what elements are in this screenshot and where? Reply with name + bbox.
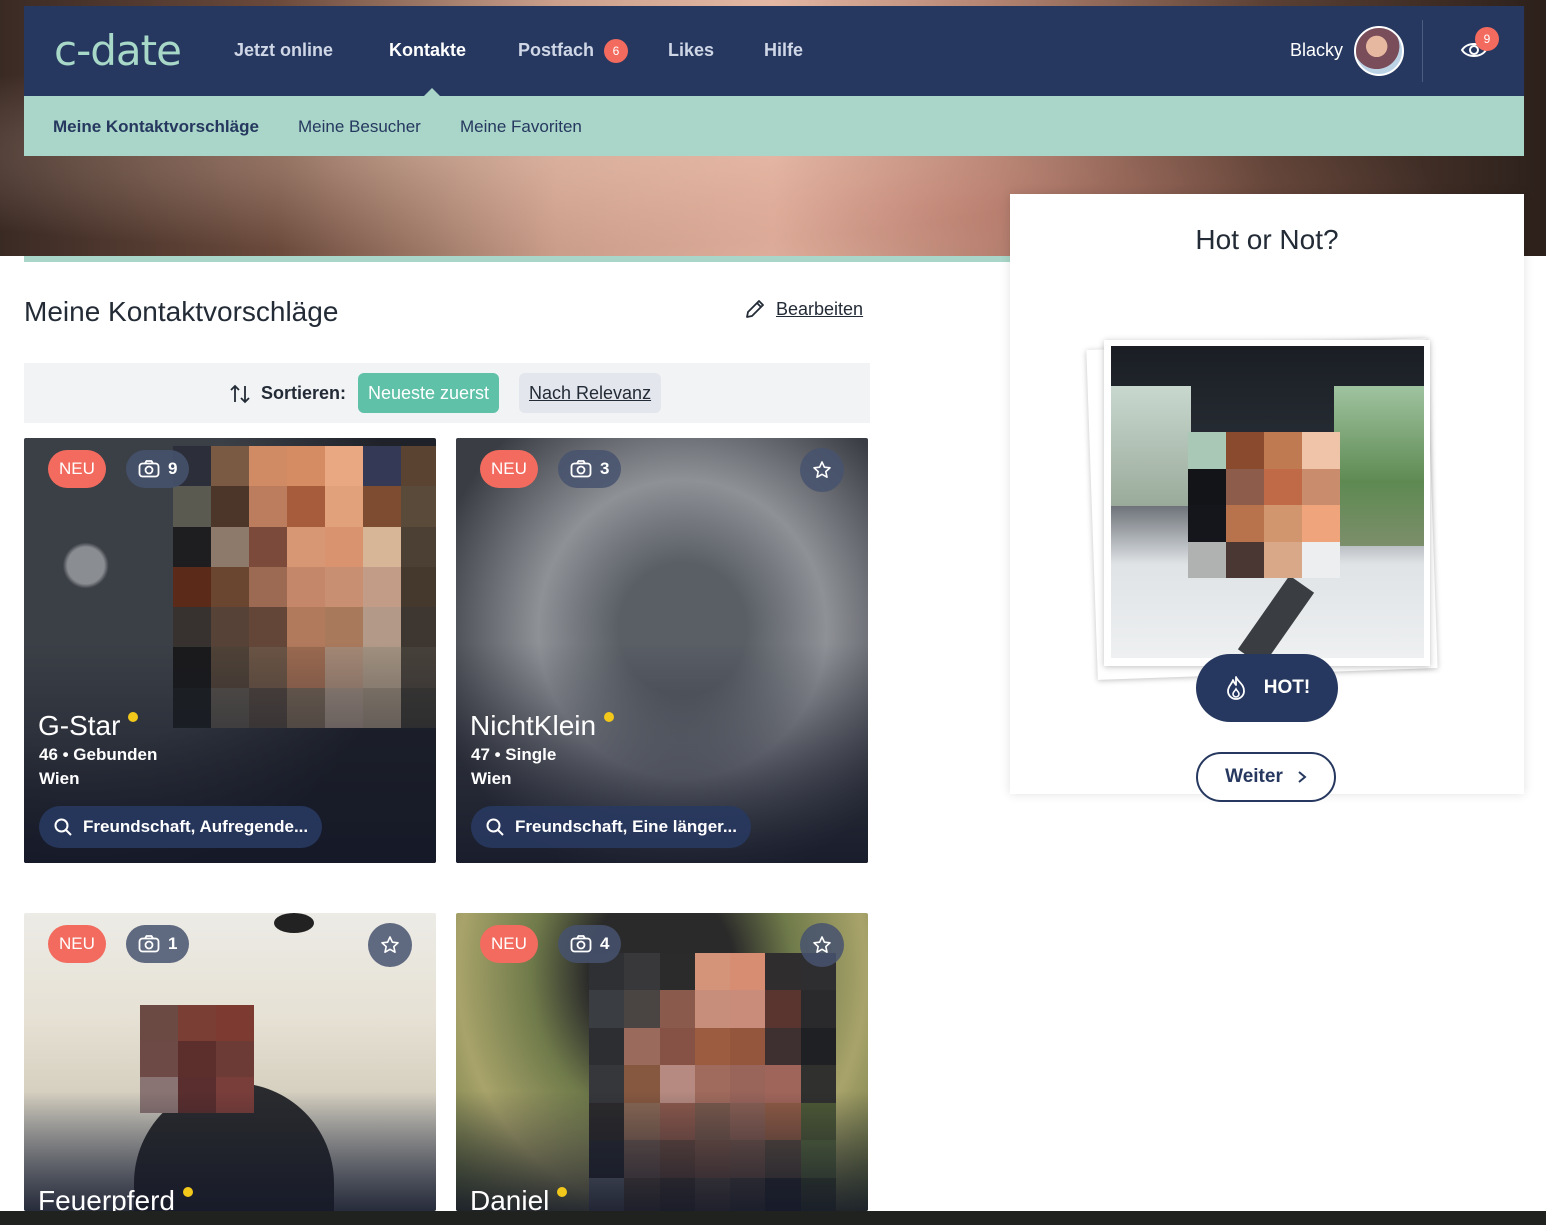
profile-age-status: 46 • Gebunden — [39, 745, 158, 764]
photo-count-badge: 9 — [126, 450, 190, 488]
pencil-icon — [746, 300, 764, 318]
profile-card[interactable]: NEU 3 NichtKlein 47 • Single Wien Freund… — [456, 438, 868, 863]
photo-count-badge: 4 — [558, 925, 622, 963]
chevron-right-icon — [1298, 771, 1307, 783]
online-indicator — [557, 1187, 568, 1197]
active-nav-caret — [424, 88, 440, 96]
interests-pill[interactable]: Freundschaft, Eine länger... — [471, 806, 751, 848]
new-badge: NEU — [480, 925, 538, 963]
user-avatar[interactable] — [1354, 26, 1404, 76]
photo-count-badge: 3 — [558, 450, 622, 488]
interests-text: Freundschaft, Aufregende... — [83, 817, 309, 836]
user-name[interactable]: Blacky — [1290, 40, 1343, 61]
blurred-face — [1188, 432, 1340, 578]
profile-card[interactable]: NEU 4 Daniel — [456, 913, 868, 1211]
interests-text: Freundschaft, Eine länger... — [515, 817, 737, 836]
photo-count: 9 — [168, 459, 178, 478]
subnav-kontaktvorschlaege[interactable]: Meine Kontaktvorschläge — [53, 117, 259, 137]
favorite-button[interactable] — [368, 923, 412, 967]
hot-button[interactable]: HOT! — [1196, 654, 1338, 722]
current-photo[interactable] — [1104, 340, 1430, 666]
star-icon — [813, 461, 831, 478]
nav-jetzt-online[interactable]: Jetzt online — [234, 40, 333, 61]
hot-label: HOT! — [1263, 677, 1311, 698]
star-icon — [813, 936, 831, 953]
profile-card[interactable]: NEU 9 G-Star 46 • Gebunden Wien Freundsc… — [24, 438, 436, 863]
sort-relevance-button[interactable]: Nach Relevanz — [519, 373, 662, 413]
profile-name: Daniel — [470, 1185, 568, 1211]
hot-or-not-panel: Hot or Not? HOT! Weiter — [1010, 194, 1524, 802]
ceiling-lamp — [274, 913, 314, 933]
profile-name: G-Star — [38, 710, 139, 742]
sort-label: Sortieren: — [261, 383, 347, 403]
hot-or-not-title: Hot or Not? — [1195, 224, 1339, 255]
star-icon — [381, 936, 399, 953]
profile-city: Wien — [471, 769, 512, 788]
nav-postfach[interactable]: Postfach — [518, 40, 594, 61]
favorite-button[interactable] — [800, 923, 844, 967]
profile-card[interactable]: NEU 1 Feuerpferd — [24, 913, 436, 1211]
hero-accent-line — [24, 256, 1010, 262]
online-indicator — [182, 1187, 193, 1197]
car-window — [1111, 386, 1191, 506]
os-taskbar — [0, 1211, 1546, 1225]
online-indicator — [604, 712, 615, 722]
car-window — [1334, 386, 1424, 546]
profile-age-status: 47 • Single — [471, 745, 557, 764]
visitors-count-badge: 9 — [1475, 27, 1499, 51]
camera-icon — [570, 460, 592, 478]
camera-icon — [138, 460, 160, 478]
sort-newest-button[interactable]: Neueste zuerst — [358, 373, 500, 413]
nav-likes[interactable]: Likes — [668, 40, 714, 61]
profile-city: Wien — [39, 769, 80, 788]
new-badge: NEU — [480, 450, 538, 488]
edit-link[interactable]: Bearbeiten — [744, 298, 863, 320]
sort-bar: Sortieren: Neueste zuerst Nach Relevanz — [24, 363, 870, 423]
page-title: Meine Kontaktvorschläge — [24, 296, 339, 327]
nav-divider — [1422, 20, 1423, 82]
sort-arrows-icon — [230, 384, 250, 404]
next-label: Weiter — [1225, 766, 1283, 787]
next-button[interactable]: Weiter — [1196, 752, 1336, 802]
profile-name: Feuerpferd — [38, 1185, 193, 1211]
photo-count: 3 — [600, 459, 610, 478]
edit-label: Bearbeiten — [776, 298, 864, 319]
photo-count: 4 — [600, 934, 610, 953]
new-badge: NEU — [48, 925, 106, 963]
favorite-button[interactable] — [800, 448, 844, 492]
subnav-besucher[interactable]: Meine Besucher — [298, 117, 421, 137]
nav-kontakte[interactable]: Kontakte — [389, 40, 466, 61]
photo-count: 1 — [168, 934, 178, 953]
new-badge: NEU — [48, 450, 106, 488]
seatbelt — [1237, 575, 1315, 658]
postfach-count-badge: 6 — [604, 39, 628, 63]
flame-icon — [1226, 676, 1245, 700]
search-icon — [54, 818, 72, 836]
subnav-favoriten[interactable]: Meine Favoriten — [460, 117, 582, 137]
search-icon — [486, 818, 504, 836]
nav-hilfe[interactable]: Hilfe — [764, 40, 803, 61]
camera-icon — [570, 935, 592, 953]
online-indicator — [128, 712, 139, 722]
camera-icon — [138, 935, 160, 953]
interests-pill[interactable]: Freundschaft, Aufregende... — [39, 806, 323, 848]
profile-name: NichtKlein — [470, 710, 615, 742]
sub-navigation: Meine Kontaktvorschläge Meine Besucher M… — [24, 96, 1524, 156]
photo-image — [1111, 346, 1424, 658]
top-navigation: c-date Jetzt online Kontakte Postfach 6 … — [24, 6, 1524, 96]
photo-count-badge: 1 — [126, 925, 190, 963]
logo[interactable]: c-date — [54, 26, 182, 75]
